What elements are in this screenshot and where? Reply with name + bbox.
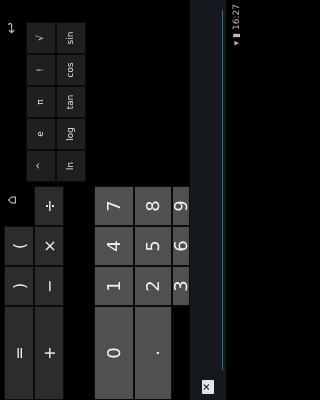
clear-button[interactable]: ✕ [194, 376, 222, 398]
key-label: ^ [36, 162, 46, 170]
key-open-paren[interactable]: ( [4, 226, 34, 266]
key-label: 1 [103, 280, 125, 292]
key-pi[interactable]: π [26, 86, 56, 118]
key-equals[interactable]: = [4, 306, 34, 400]
key-plus[interactable]: + [34, 306, 64, 400]
signal-icon: ▾ [232, 40, 242, 46]
key-4[interactable]: 4 [94, 226, 134, 266]
key-2[interactable]: 2 [134, 266, 172, 306]
key-label: 9 [170, 200, 192, 212]
key-label: ( [9, 242, 29, 250]
home-icon: ⌂ [4, 195, 20, 205]
key-label: π [36, 99, 46, 105]
key-label: − [39, 279, 59, 293]
key-1[interactable]: 1 [94, 266, 134, 306]
key-divide[interactable]: ÷ [34, 186, 64, 226]
key-label: ! [36, 68, 46, 72]
key-label: e [36, 131, 46, 137]
battery-icon: ▮ [232, 32, 242, 38]
key-ln[interactable]: ln [56, 150, 86, 182]
key-label: 6 [170, 240, 192, 252]
key-3[interactable]: 3 [170, 266, 192, 306]
key-label: . [142, 350, 164, 356]
key-dot[interactable]: . [134, 306, 172, 400]
display-field[interactable] [194, 10, 223, 370]
key-label: √ [36, 35, 46, 41]
back-icon: ↩ [4, 22, 20, 34]
key-label: 8 [142, 200, 164, 212]
clear-icon: ✕ [202, 380, 214, 394]
status-time: 16:27 [232, 4, 242, 30]
key-factorial[interactable]: ! [26, 54, 56, 86]
key-multiply[interactable]: × [34, 226, 64, 266]
keypad: ^ e π ! √ ln log tan cos sin 0 1 4 7 2 5… [4, 0, 192, 400]
key-label: tan [66, 94, 76, 110]
key-6[interactable]: 6 [170, 226, 192, 266]
key-label: 0 [103, 347, 125, 359]
key-e[interactable]: e [26, 118, 56, 150]
calculator-screen: ▢ ⌂ ↩ ^ e π ! √ ln log tan cos sin 0 1 4… [0, 0, 250, 400]
key-label: 4 [103, 240, 125, 252]
key-label: = [9, 346, 29, 360]
key-label: ÷ [39, 199, 59, 213]
display-panel: ✕ [190, 0, 226, 400]
key-label: log [66, 127, 76, 141]
back-button[interactable]: ↩ [0, 8, 24, 48]
key-sin[interactable]: sin [56, 22, 86, 54]
key-label: 5 [142, 240, 164, 252]
key-9[interactable]: 9 [170, 186, 192, 226]
key-sqrt[interactable]: √ [26, 22, 56, 54]
home-button[interactable]: ⌂ [0, 180, 24, 220]
key-power[interactable]: ^ [26, 150, 56, 182]
key-5[interactable]: 5 [134, 226, 172, 266]
key-close-paren[interactable]: ) [4, 266, 34, 306]
key-label: + [39, 346, 59, 360]
status-icons: ▾ ▮ 16:27 [232, 4, 242, 45]
key-label: 7 [103, 200, 125, 212]
key-label: ln [66, 161, 76, 171]
key-label: 3 [170, 280, 192, 292]
key-label: ) [9, 282, 29, 290]
clear-label: ✕ [202, 382, 213, 392]
key-log[interactable]: log [56, 118, 86, 150]
key-8[interactable]: 8 [134, 186, 172, 226]
key-7[interactable]: 7 [94, 186, 134, 226]
key-label: × [39, 239, 59, 253]
key-tan[interactable]: tan [56, 86, 86, 118]
key-cos[interactable]: cos [56, 54, 86, 86]
key-label: 2 [142, 280, 164, 292]
status-bar: ▾ ▮ 16:27 [226, 0, 250, 400]
key-0[interactable]: 0 [94, 306, 134, 400]
key-label: cos [66, 62, 76, 78]
key-minus[interactable]: − [34, 266, 64, 306]
key-label: sin [66, 31, 76, 45]
